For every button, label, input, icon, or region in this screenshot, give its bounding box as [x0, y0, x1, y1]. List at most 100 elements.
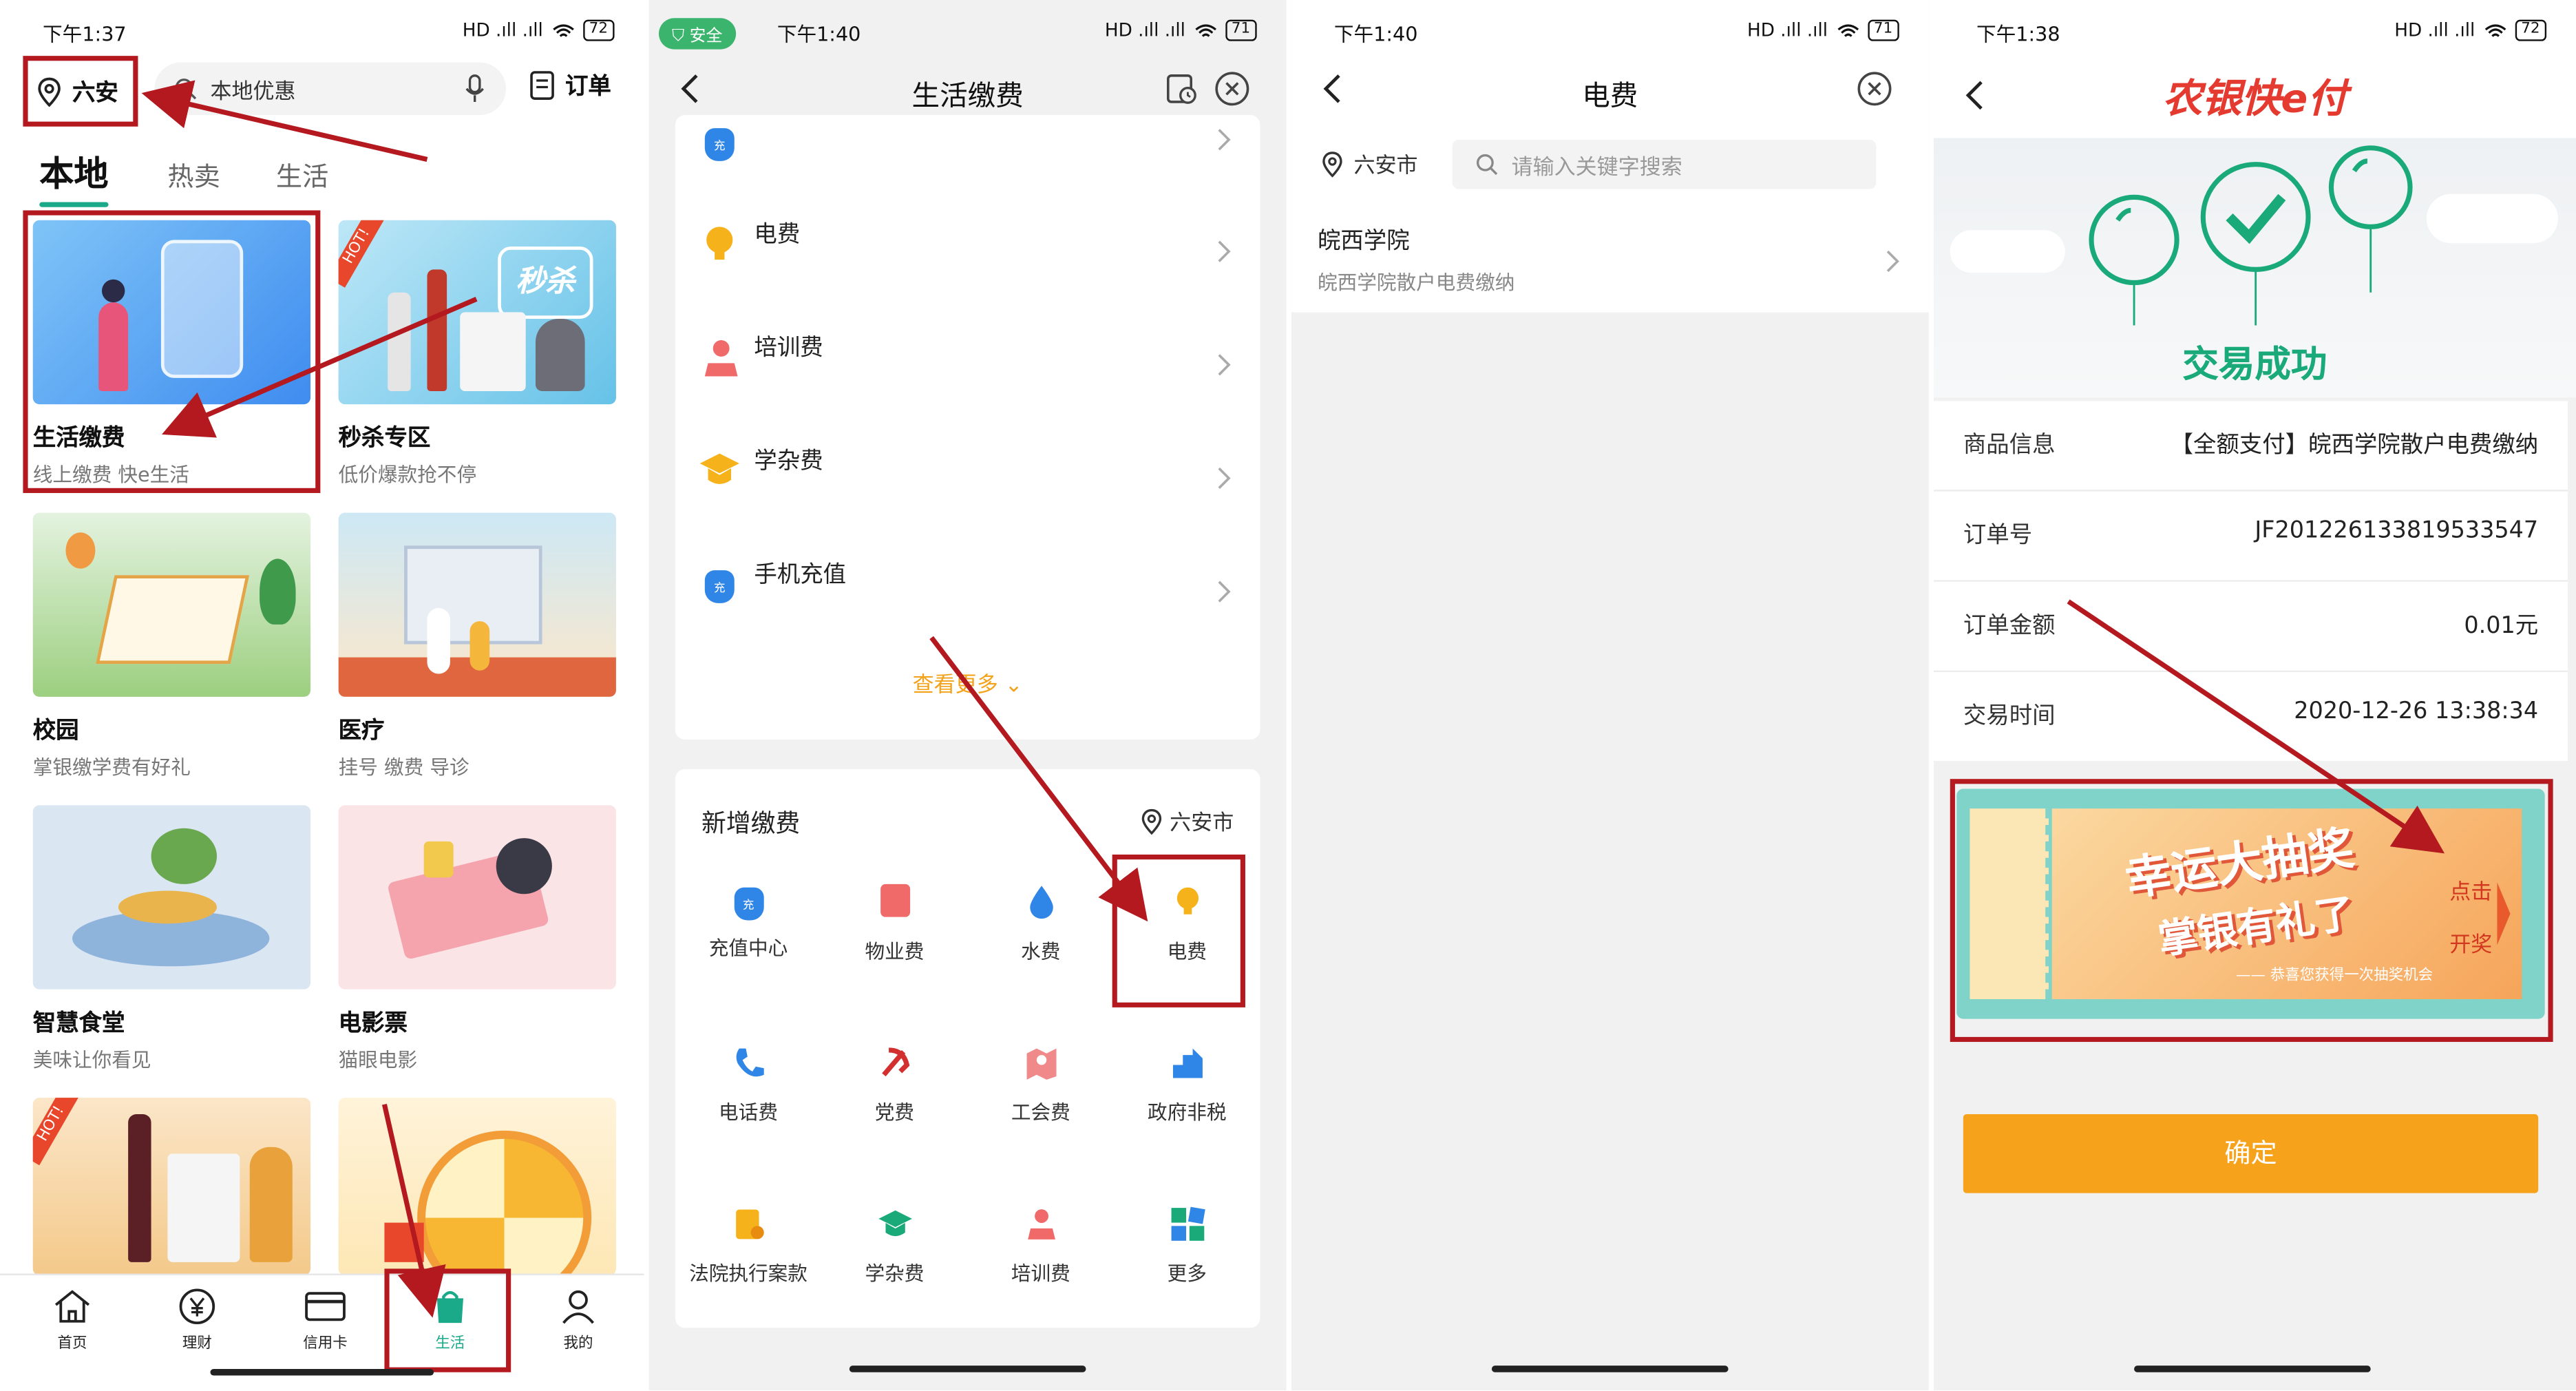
search-bar[interactable]: 本地优惠	[154, 62, 507, 116]
detail-row: 商品信息 【全额支付】皖西学院散户电费缴纳	[1933, 401, 2568, 492]
annotation-box-life-payment	[23, 210, 321, 493]
grid-item-water-fee[interactable]: 水费	[968, 884, 1114, 965]
card-promo-hot[interactable]: HOT!	[32, 1098, 311, 1275]
tab-hot[interactable]: 热卖	[167, 154, 220, 194]
search-input[interactable]: 请输入关键字搜索	[1512, 149, 1682, 180]
grid-item-recharge-center[interactable]: 充 充值中心	[675, 884, 821, 961]
grid-item-court-enforcement[interactable]: 法院执行案款	[675, 1206, 821, 1287]
result-title: 皖西学院	[1317, 228, 1410, 255]
balloons-illustration	[2089, 145, 2413, 326]
nav-wealth[interactable]: 理财	[167, 1288, 226, 1352]
chevron-right-icon	[1218, 581, 1231, 603]
nav-home[interactable]: 首页	[43, 1288, 102, 1352]
grid-item-tuition[interactable]: 学杂费	[821, 1206, 967, 1287]
home-indicator	[2134, 1366, 2371, 1372]
success-hero: 交易成功	[1933, 138, 2576, 398]
grid-item-label: 工会费	[1011, 1100, 1070, 1125]
annotation-box-life-tab	[384, 1268, 511, 1372]
status-icons: HD .ıll .ıll 71	[1746, 19, 1899, 41]
details-list: 商品信息 【全额支付】皖西学院散户电费缴纳 订单号 JF201226133819…	[1933, 401, 2568, 761]
card-medical[interactable]: 医疗 挂号 缴费 导诊	[338, 512, 616, 781]
nav-mine[interactable]: 我的	[549, 1288, 608, 1352]
confirm-button[interactable]: 确定	[1963, 1114, 2539, 1193]
property-bill-icon	[879, 883, 909, 917]
apps-grid-icon	[1170, 1206, 1205, 1241]
grid-item-phone-bill[interactable]: 电话费	[675, 1045, 821, 1126]
grid-item-property-fee[interactable]: 物业费	[821, 883, 967, 965]
party-emblem-icon	[881, 1047, 909, 1077]
grid-item-training[interactable]: 培训费	[968, 1206, 1114, 1287]
list-item-electricity[interactable]: 电费	[675, 207, 1260, 306]
microphone-icon[interactable]	[463, 74, 486, 103]
detail-value: JF201226133819533547	[2255, 517, 2539, 544]
appliance-illustration	[535, 318, 585, 391]
search-input[interactable]: 本地优惠	[210, 73, 463, 105]
home-indicator	[210, 1368, 434, 1376]
card-subtitle: 低价爆款抢不停	[338, 463, 477, 487]
history-icon[interactable]	[1165, 72, 1198, 105]
location-filter[interactable]: 六安市	[1321, 148, 1418, 179]
child-illustration	[469, 621, 490, 671]
nav-credit-card[interactable]: 信用卡	[293, 1288, 358, 1352]
detail-row: 交易时间 2020-12-26 13:38:34	[1934, 672, 2568, 761]
hot-badge: HOT!	[340, 226, 374, 267]
card-title: 电影票	[338, 1010, 408, 1037]
orders-label: 订单	[564, 74, 611, 101]
card-promo-wheel[interactable]	[338, 1098, 616, 1275]
search-bar[interactable]: 请输入关键字搜索	[1452, 139, 1877, 189]
wine-bottle-illustration	[128, 1114, 151, 1262]
water-drop-icon	[1029, 886, 1053, 919]
result-subtitle: 皖西学院散户电费缴纳	[1317, 271, 1515, 295]
search-icon	[175, 79, 197, 100]
grid-item-label: 培训费	[1011, 1262, 1070, 1286]
signal-icon: HD .ıll .ıll	[2394, 19, 2475, 41]
grid-item-government-nontax[interactable]: 政府非税	[1114, 1045, 1260, 1126]
signal-icon: HD .ıll .ıll	[1746, 19, 1828, 41]
grid-item-more[interactable]: 更多	[1114, 1206, 1260, 1287]
card-campus[interactable]: 校园 掌银缴学费有好礼	[32, 512, 311, 781]
list-item-partial[interactable]: 充	[675, 115, 1260, 174]
close-icon[interactable]	[1857, 71, 1893, 107]
card-subtitle: 挂号 缴费 导诊	[338, 755, 469, 780]
grid-item-union-fee[interactable]: 工会费	[968, 1045, 1114, 1126]
tab-life[interactable]: 生活	[276, 154, 328, 194]
document-seal-icon	[735, 1209, 763, 1240]
grid-item-label: 法院执行案款	[689, 1262, 807, 1286]
phone-icon	[735, 1048, 763, 1077]
tab-local[interactable]: 本地	[39, 148, 109, 207]
list-item-tuition[interactable]: 学杂费	[675, 434, 1260, 532]
card-flash-sale[interactable]: HOT! 秒杀 秒杀专区 低价爆款抢不停	[338, 220, 616, 488]
recharge-bag-icon: 充	[733, 887, 763, 921]
section-location[interactable]: 六安市	[1140, 805, 1234, 837]
close-icon[interactable]	[1214, 71, 1251, 107]
card-image-canteen	[32, 805, 311, 990]
plant-illustration	[151, 828, 218, 884]
orders-button[interactable]: 订单	[529, 69, 611, 102]
signal-icon: HD .ıll .ıll	[1104, 19, 1185, 41]
list-item-label: 培训费	[754, 335, 823, 362]
search-result-item[interactable]: 皖西学院 皖西学院散户电费缴纳	[1291, 200, 1929, 309]
list-item-mobile-recharge[interactable]: 充 手机充值	[675, 547, 1260, 646]
detail-value: 2020-12-26 13:38:34	[2294, 698, 2539, 725]
balloon-illustration	[65, 532, 96, 569]
panel-electricity-search: 下午1:40 HD .ıll .ıll 71 电费 六安市 请输入关键字搜索 皖…	[1291, 0, 1929, 1390]
lightbulb-icon	[706, 227, 733, 260]
signal-icon: HD .ıll .ıll	[462, 19, 543, 41]
card-subtitle: 猫眼电影	[338, 1048, 418, 1071]
hot-badge-2: HOT!	[35, 1103, 69, 1145]
list-item-training[interactable]: 培训费	[675, 320, 1260, 419]
gift-box-illustration	[384, 1222, 424, 1262]
battery-icon: 71	[1867, 19, 1899, 41]
card-movie-tickets[interactable]: 电影票 猫眼电影	[338, 805, 616, 1073]
order-list-icon	[530, 71, 554, 100]
status-bar: 下午1:38 HD .ıll .ıll 72	[1934, 13, 2576, 52]
grid-item-label: 水费	[1021, 940, 1061, 963]
brand-logo-text: 农银快e付	[2162, 75, 2347, 122]
recharge-bag-icon: 充	[704, 128, 735, 161]
grid-item-party-dues[interactable]: 党费	[821, 1045, 967, 1126]
card-smart-canteen[interactable]: 智慧食堂 美味让你看见	[32, 805, 311, 1073]
status-icons: HD .ıll .ıll 72	[2394, 19, 2547, 41]
grid-item-label: 电话费	[719, 1100, 779, 1125]
graduation-cap-icon	[699, 453, 739, 484]
see-more-link[interactable]: 查看更多 ⌄	[675, 667, 1260, 698]
